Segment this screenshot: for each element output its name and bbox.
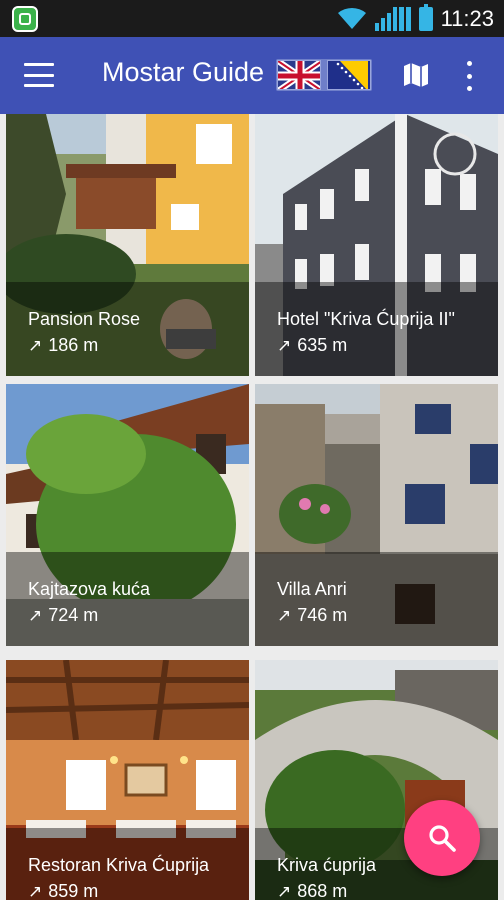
status-time: 11:23	[440, 5, 494, 31]
distance-value: 746 m	[297, 605, 348, 625]
more-vert-icon[interactable]	[462, 61, 476, 91]
place-distance: ↗ 859 m	[28, 881, 98, 900]
arrow-north-east-icon: ↗	[277, 335, 292, 355]
bosnia-flag-icon[interactable]	[327, 60, 371, 90]
arrow-north-east-icon: ↗	[28, 881, 43, 900]
distance-value: 635 m	[297, 335, 348, 355]
place-name: Pansion Rose	[28, 309, 141, 329]
arrow-north-east-icon: ↗	[277, 605, 292, 625]
distance-value: 859 m	[48, 881, 99, 900]
app-title: Mostar Guide	[102, 57, 265, 87]
place-name: Villa Anri	[277, 579, 347, 599]
menu-icon[interactable]	[24, 63, 54, 87]
distance-value: 724 m	[48, 605, 99, 625]
places-grid: Pansion Rose ↗ 186 m Hotel "Kriva Ćuprij…	[0, 114, 504, 900]
place-card[interactable]: Pansion Rose ↗ 186 m	[6, 114, 249, 376]
search-icon	[429, 825, 456, 852]
place-distance: ↗ 186 m	[28, 335, 98, 356]
arrow-north-east-icon: ↗	[28, 335, 43, 355]
place-distance: ↗ 724 m	[28, 605, 98, 626]
place-distance: ↗ 746 m	[277, 605, 347, 626]
app-bar: Mostar Guide	[0, 37, 504, 114]
place-card[interactable]: Kajtazova kuća ↗ 724 m	[6, 384, 249, 646]
status-bar: 11:23	[0, 0, 504, 37]
place-name: Hotel "Kriva Ćuprija II"	[277, 309, 455, 329]
battery-icon	[418, 3, 433, 31]
place-card[interactable]: Restoran Kriva Ćuprija ↗ 859 m	[6, 660, 249, 900]
place-name: Kriva ćuprija	[277, 855, 377, 875]
map-icon[interactable]	[402, 61, 430, 89]
place-distance: ↗ 868 m	[277, 881, 347, 900]
place-card[interactable]: Villa Anri ↗ 746 m	[255, 384, 498, 646]
place-distance: ↗ 635 m	[277, 335, 347, 356]
arrow-north-east-icon: ↗	[28, 605, 43, 625]
signal-icon	[374, 6, 411, 31]
place-name: Kajtazova kuća	[28, 579, 151, 599]
search-button[interactable]	[404, 800, 480, 876]
distance-value: 868 m	[297, 881, 348, 900]
distance-value: 186 m	[48, 335, 99, 355]
uk-flag-icon[interactable]	[277, 60, 321, 90]
arrow-north-east-icon: ↗	[277, 881, 292, 900]
place-name: Restoran Kriva Ćuprija	[28, 855, 210, 875]
place-card[interactable]: Hotel "Kriva Ćuprija II" ↗ 635 m	[255, 114, 498, 376]
wifi-icon	[337, 7, 366, 29]
notification-app-icon	[12, 6, 38, 32]
language-selector[interactable]	[276, 59, 372, 91]
